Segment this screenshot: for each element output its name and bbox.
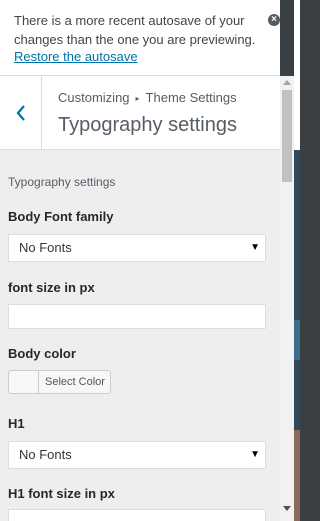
h1-font-size-input[interactable] bbox=[8, 509, 266, 521]
breadcrumb-current: Theme Settings bbox=[145, 90, 237, 105]
dismiss-icon[interactable]: × bbox=[268, 14, 280, 26]
body-color-label: Body color bbox=[8, 346, 76, 361]
dropdown-arrow-icon: ▼ bbox=[250, 449, 260, 460]
page-title: Typography settings bbox=[58, 114, 237, 136]
settings-content: Typography settings Body Font family No … bbox=[0, 151, 280, 521]
body-font-family-label: Body Font family bbox=[8, 209, 114, 224]
h1-font-select[interactable]: No Fonts ▼ bbox=[8, 441, 266, 469]
scroll-down-icon[interactable] bbox=[283, 506, 291, 511]
font-size-input[interactable] bbox=[8, 304, 266, 329]
chevron-left-icon bbox=[16, 104, 25, 121]
h1-label: H1 bbox=[8, 416, 25, 431]
color-swatch bbox=[9, 371, 39, 393]
back-button[interactable] bbox=[0, 76, 42, 149]
section-header: Customizing ▸ Theme Settings Typography se… bbox=[0, 76, 280, 150]
autosave-message: There is a more recent autosave of your … bbox=[14, 13, 256, 47]
dropdown-arrow-icon: ▼ bbox=[250, 242, 260, 253]
autosave-notice: There is a more recent autosave of your … bbox=[0, 0, 280, 76]
h1-font-value: No Fonts bbox=[19, 447, 72, 462]
preview-image bbox=[294, 430, 300, 521]
select-color-button[interactable]: Select Color bbox=[8, 370, 111, 394]
scroll-thumb[interactable] bbox=[282, 90, 292, 182]
breadcrumb-parent: Customizing bbox=[58, 90, 130, 105]
site-preview bbox=[294, 0, 300, 521]
restore-autosave-link[interactable]: Restore the autosave bbox=[14, 47, 138, 66]
body-font-family-value: No Fonts bbox=[19, 240, 72, 255]
font-size-label: font size in px bbox=[8, 280, 95, 295]
breadcrumb: Customizing ▸ Theme Settings bbox=[58, 90, 237, 105]
preview-image bbox=[294, 320, 300, 360]
customizer-panel: There is a more recent autosave of your … bbox=[0, 0, 280, 521]
select-color-label: Select Color bbox=[45, 376, 105, 388]
scroll-up-icon[interactable] bbox=[283, 80, 291, 85]
section-title: Typography settings bbox=[8, 175, 116, 189]
body-font-family-select[interactable]: No Fonts ▼ bbox=[8, 234, 266, 262]
breadcrumb-separator: ▸ bbox=[135, 94, 140, 103]
preview-image bbox=[294, 150, 300, 430]
h1-font-size-label: H1 font size in px bbox=[8, 486, 115, 501]
